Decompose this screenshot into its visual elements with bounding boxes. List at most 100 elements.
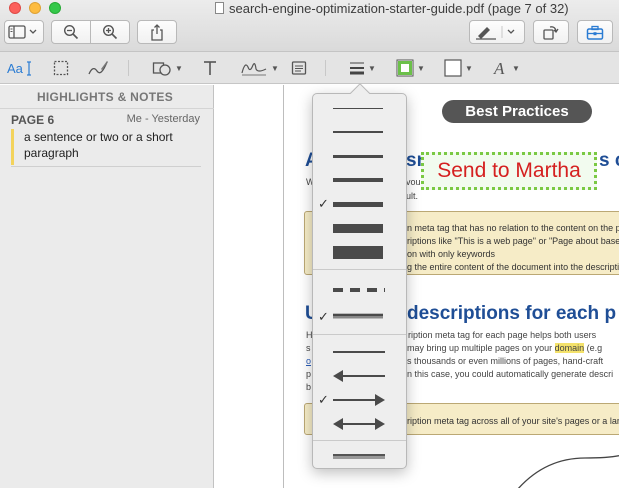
callout-text: ription meta tag across all of your site… xyxy=(407,416,619,426)
text-box-annotation[interactable]: Send to Martha xyxy=(421,152,597,190)
shapes-icon xyxy=(152,62,171,76)
rectangular-selection-tool[interactable] xyxy=(53,57,69,79)
dashed-line-icon xyxy=(333,288,385,292)
zoom-in-icon xyxy=(102,24,118,40)
fill-color-tool[interactable]: ▼ xyxy=(444,57,473,79)
signature-icon xyxy=(241,63,267,76)
body-text: ription meta tag for each page helps bot… xyxy=(408,330,597,340)
line-sample xyxy=(333,178,383,182)
arrow-option-start[interactable] xyxy=(313,366,406,386)
line-weight-option-6[interactable] xyxy=(313,218,406,238)
chevron-down-icon: ▼ xyxy=(512,63,520,73)
line-weight-option-2[interactable] xyxy=(313,122,406,142)
sign-tool[interactable]: ▼ xyxy=(240,57,279,79)
arrow-option-none[interactable] xyxy=(313,342,406,362)
line-style-tool[interactable]: ▼ xyxy=(349,57,376,79)
arrow-option-end[interactable]: ✓ xyxy=(313,390,406,410)
line-sample xyxy=(333,131,383,133)
window-title: search-engine-optimization-starter-guide… xyxy=(215,1,569,16)
close-window-button[interactable] xyxy=(9,2,21,14)
chevron-down-icon: ▼ xyxy=(465,63,473,73)
document-view[interactable]: Best Practices A sr s c W vou ult. n met… xyxy=(215,85,619,488)
chevron-down-icon: ▼ xyxy=(417,63,425,73)
checkmark-icon: ✓ xyxy=(318,196,329,211)
chevron-down-icon: ▼ xyxy=(175,63,183,73)
line-weight-option-7[interactable] xyxy=(313,242,406,262)
text-selection-tool[interactable]: Aa xyxy=(7,57,33,79)
plain-line-icon xyxy=(333,351,385,353)
body-text: s thousands or even millions of pages, h… xyxy=(407,356,604,366)
zoom-in-button[interactable] xyxy=(90,20,130,44)
sidebar-icon xyxy=(8,25,37,39)
sidebar-toggle-button[interactable] xyxy=(4,20,44,44)
sidebar-header: HIGHLIGHTS & NOTES xyxy=(36,90,174,104)
line-shadow-option[interactable] xyxy=(313,447,406,467)
line-weight-option-5[interactable]: ✓ xyxy=(313,194,406,214)
line-weight-option-1[interactable] xyxy=(313,98,406,118)
text-tool[interactable] xyxy=(203,57,217,79)
popover-separator xyxy=(313,334,406,335)
arrow-option-both[interactable] xyxy=(313,414,406,434)
text-select-icon: Aa xyxy=(7,61,31,76)
body-text: (e.g xyxy=(586,343,603,353)
markup-button[interactable] xyxy=(469,20,525,44)
chevron-down-icon: ▼ xyxy=(368,63,376,73)
font-icon: A xyxy=(493,60,505,76)
markup-toolbar-toggle-button[interactable] xyxy=(577,20,613,44)
callout-text: on with only keywords xyxy=(407,249,496,259)
text-icon xyxy=(204,61,216,75)
shadow-line-icon xyxy=(333,313,383,319)
toolbar-separator xyxy=(325,60,326,76)
link-fragment[interactable]: o xyxy=(306,356,311,366)
body-text: s xyxy=(306,343,311,353)
toolbar-separator xyxy=(128,60,129,76)
line-weight-option-4[interactable] xyxy=(313,170,406,190)
zoom-window-button[interactable] xyxy=(49,2,61,14)
checkmark-icon: ✓ xyxy=(318,309,329,324)
zoom-out-button[interactable] xyxy=(51,20,91,44)
sidebar-divider xyxy=(0,108,214,109)
note-tool[interactable] xyxy=(291,57,307,79)
share-button[interactable] xyxy=(137,20,177,44)
popover-separator xyxy=(313,269,406,270)
highlight-color-bar xyxy=(11,129,14,165)
body-text: b xyxy=(306,382,312,392)
body-text: may bring up multiple pages on your xyxy=(407,343,553,353)
line-style-popover: ✓ ✓ ✓ xyxy=(312,83,407,469)
rotate-icon xyxy=(543,26,559,40)
shadow-style-icon xyxy=(333,454,385,459)
note-divider xyxy=(11,166,201,167)
highlighted-term[interactable]: domain xyxy=(554,343,585,353)
sketch-tool[interactable] xyxy=(87,57,109,79)
line-sample xyxy=(333,155,383,158)
note-item[interactable]: PAGE 6 Me - Yesterday a sentence or two … xyxy=(0,111,214,169)
callout-text: g the entire content of the document int… xyxy=(407,262,619,272)
note-icon xyxy=(291,61,307,75)
line-weight-option-3[interactable] xyxy=(313,146,406,166)
line-sample xyxy=(333,108,383,109)
rect-select-icon xyxy=(53,60,69,76)
body-text: n this case, you could automatically gen… xyxy=(407,369,614,379)
dash-style-option-dashed[interactable] xyxy=(313,281,406,301)
shapes-tool[interactable]: ▼ xyxy=(152,57,183,79)
popover-separator xyxy=(313,440,406,441)
callout-text: riptions like "This is a web page" or "P… xyxy=(407,236,619,246)
callout-text: n meta tag that has no relation to the c… xyxy=(407,223,619,233)
rotate-button[interactable] xyxy=(533,20,569,44)
share-icon xyxy=(151,23,163,41)
markup-toolbar: Aa ▼ ▼ ▼ ▼ ▼ A ▼ xyxy=(0,52,619,84)
border-color-icon xyxy=(396,59,414,77)
line-sample xyxy=(333,246,383,259)
window-toolbar: search-engine-optimization-starter-guide… xyxy=(0,0,619,52)
minimize-window-button[interactable] xyxy=(29,2,41,14)
border-color-tool[interactable]: ▼ xyxy=(396,57,425,79)
note-text: a sentence or two or a short paragraph xyxy=(24,130,173,160)
text-style-tool[interactable]: A ▼ xyxy=(493,57,520,79)
sketch-icon xyxy=(88,61,108,75)
note-author-date: Me - Yesterday xyxy=(126,113,200,125)
body-text: ult. xyxy=(406,191,419,201)
section-pill: Best Practices xyxy=(442,100,592,123)
dash-style-option-shadow[interactable]: ✓ xyxy=(313,307,406,327)
body-text: p xyxy=(306,369,312,379)
pen-icon xyxy=(476,26,515,40)
